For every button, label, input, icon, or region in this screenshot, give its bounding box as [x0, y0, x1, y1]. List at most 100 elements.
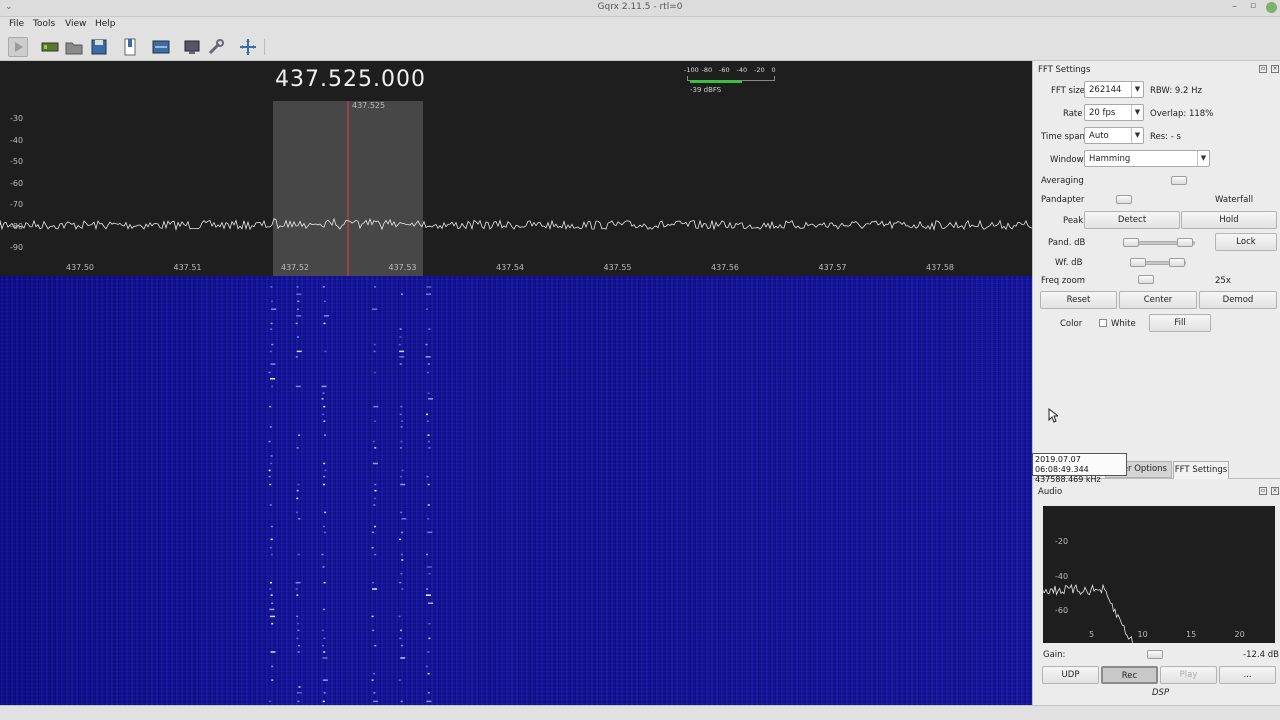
waterfall-signal-dot — [298, 518, 301, 520]
float-icon[interactable]: ▫ — [1259, 65, 1267, 73]
spectrum-canvas[interactable] — [0, 61, 1032, 276]
waterfall-signal-dot — [297, 300, 300, 303]
play-button[interactable]: Play — [1160, 666, 1217, 684]
detect-button[interactable]: Detect — [1084, 211, 1180, 229]
pand-db-max-handle[interactable] — [1177, 238, 1193, 247]
wf-db-min-handle[interactable] — [1130, 258, 1146, 267]
wf-db-max-handle[interactable] — [1169, 258, 1185, 267]
waterfall-signal-dot — [321, 553, 324, 556]
center-button[interactable]: Center — [1119, 291, 1197, 309]
waterfall-signal-dot — [427, 651, 430, 653]
waterfall-signal-dot — [296, 692, 302, 694]
waterfall-signal-dot — [399, 447, 402, 449]
averaging-slider[interactable] — [1171, 176, 1187, 185]
fft-size-select[interactable]: 262144 ▼ — [1084, 81, 1144, 98]
device-icon[interactable] — [151, 37, 171, 57]
maximize-icon[interactable]: ▫ — [1250, 1, 1256, 11]
fullscreen-icon[interactable] — [238, 37, 258, 57]
settings-icon[interactable] — [206, 37, 226, 57]
audio-x-tick: 15 — [1186, 630, 1197, 639]
waterfall-signal-dot — [322, 483, 325, 486]
open-icon[interactable] — [64, 37, 84, 57]
close-dock-icon[interactable]: × — [1271, 487, 1279, 495]
toolbar — [0, 33, 1280, 61]
waterfall-signal-dot — [401, 559, 404, 561]
waterfall-signal-dot — [322, 525, 325, 528]
window-select[interactable]: Hamming ▼ — [1084, 150, 1210, 167]
waterfall-signal-dot — [271, 343, 274, 346]
waterfall-signal-dot — [269, 588, 272, 590]
signal-meter: -100 -80 -60 -40 -20 0 -39 dBFS — [684, 66, 779, 96]
waterfall-signal-dot — [373, 343, 376, 346]
play-icon[interactable] — [8, 37, 28, 57]
gain-value: -12.4 dB — [1243, 650, 1279, 660]
pandapter-waterfall-slider[interactable] — [1116, 195, 1132, 204]
hardware-icon[interactable] — [40, 37, 60, 57]
reset-button[interactable]: Reset — [1040, 291, 1117, 309]
waterfall-canvas[interactable] — [0, 276, 1032, 705]
plot-y-tick: -40 — [10, 135, 24, 145]
save-icon[interactable] — [89, 37, 109, 57]
waterfall-signal-dot — [296, 286, 299, 288]
waterfall-signal-dot — [296, 336, 299, 338]
waterfall-signal-dot — [399, 356, 405, 358]
menu-file[interactable]: File — [9, 19, 24, 29]
waterfall-signal-dot — [269, 615, 275, 618]
tab-fft-settings[interactable]: FFT Settings — [1173, 461, 1229, 479]
float-icon[interactable]: ▫ — [1259, 487, 1267, 495]
waterfall-signal-dot — [295, 588, 298, 590]
waterfall-signal-dot — [322, 657, 328, 659]
rec-button[interactable]: Rec — [1101, 666, 1158, 684]
waterfall-display[interactable] — [0, 276, 1032, 705]
minimize-icon[interactable]: – — [1232, 1, 1237, 12]
freq-zoom-slider[interactable] — [1138, 275, 1154, 284]
waterfall-signal-dot — [295, 581, 301, 584]
waterfall-signal-dot — [297, 629, 300, 632]
waterfall-signal-dot — [426, 553, 429, 556]
window-title: Gqrx 2.11.5 - rtl=0 — [597, 2, 683, 12]
frequency-display[interactable]: 437.525.000 — [275, 67, 426, 92]
timespan-select[interactable]: Auto ▼ — [1084, 127, 1144, 144]
udp-button[interactable]: UDP — [1042, 666, 1099, 684]
meter-scale: -100 -80 -60 -40 -20 0 — [684, 66, 779, 76]
spectrum-plot[interactable]: 437.525.000 437.525 -30 -40 -50 -60 -70 -80 -9… — [0, 61, 1032, 276]
bookmark-icon[interactable] — [120, 37, 140, 57]
waterfall-signal-dot — [400, 511, 403, 514]
plot-x-tick: 437.52 — [281, 263, 309, 272]
chevron-down-icon: ▼ — [1131, 105, 1143, 120]
close-dock-icon[interactable]: × — [1271, 65, 1279, 73]
tab-options-label: er Options — [1122, 464, 1167, 474]
hold-button[interactable]: Hold — [1181, 211, 1277, 229]
lock-button[interactable]: Lock — [1215, 233, 1277, 251]
menu-view[interactable]: View — [65, 19, 86, 29]
fill-button[interactable]: Fill — [1149, 314, 1211, 332]
more-button[interactable]: ... — [1219, 666, 1276, 684]
demod-button[interactable]: Demod — [1199, 291, 1277, 309]
waterfall-signal-dot — [270, 538, 273, 541]
display-icon[interactable] — [182, 37, 202, 57]
waterfall-signal-dot — [399, 336, 402, 338]
waterfall-signal-dot — [297, 700, 300, 703]
white-checkbox[interactable] — [1099, 319, 1107, 327]
plot-y-tick: -80 — [10, 221, 24, 231]
waterfall-signal-dot — [398, 343, 401, 346]
waterfall-signal-dot — [321, 398, 324, 400]
waterfall-signal-dot — [400, 700, 403, 703]
menu-help[interactable]: Help — [95, 19, 116, 29]
rate-select[interactable]: 20 fps ▼ — [1084, 104, 1144, 121]
plot-x-tick: 437.50 — [66, 263, 94, 272]
waterfall-signal-dot — [426, 413, 429, 416]
waterfall-signal-dot — [400, 657, 406, 659]
gain-slider[interactable] — [1147, 650, 1163, 659]
waterfall-signal-dot — [426, 588, 429, 590]
waterfall-signal-dot — [269, 608, 275, 611]
pand-db-min-handle[interactable] — [1123, 238, 1139, 247]
close-icon[interactable] — [1266, 2, 1277, 13]
audio-fft-plot[interactable]: -20 -40 -60 5 10 15 20 — [1043, 506, 1275, 643]
menu-tools[interactable]: Tools — [33, 19, 55, 29]
waterfall-signal-dot — [399, 637, 402, 640]
waterfall-signal-dot — [323, 651, 326, 653]
waterfall-signal-dot — [269, 405, 272, 408]
audio-fft-canvas — [1043, 583, 1135, 643]
audio-y-tick: -60 — [1055, 606, 1069, 615]
